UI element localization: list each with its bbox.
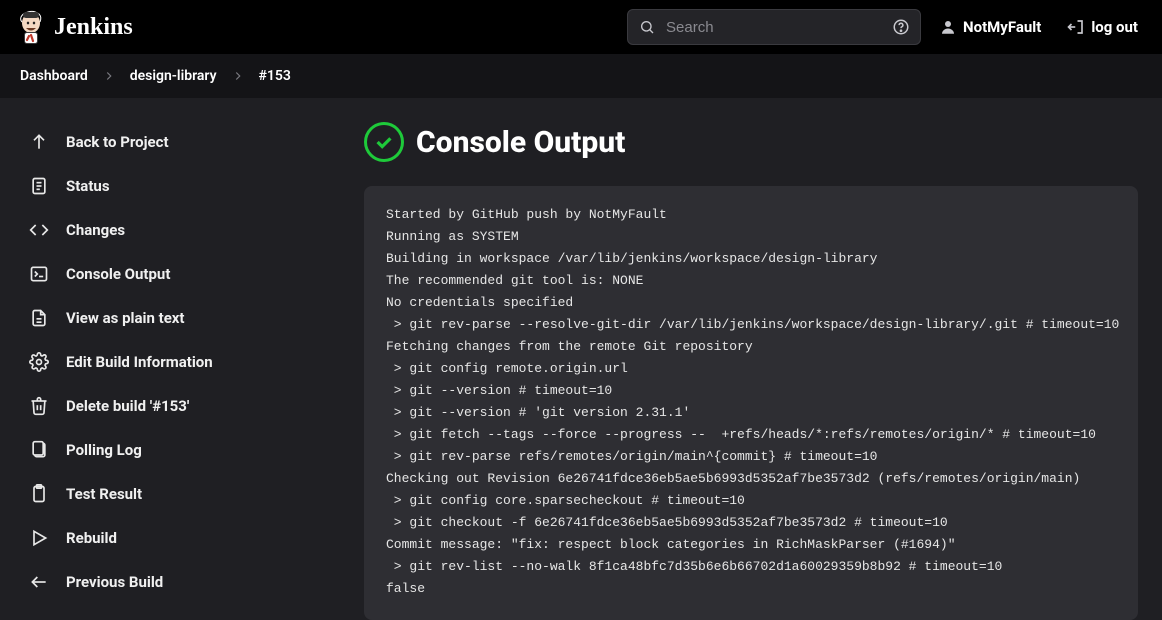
breadcrumb-dashboard[interactable]: Dashboard <box>20 68 88 84</box>
user-icon <box>939 18 957 36</box>
jenkins-logo-block[interactable]: Jenkins <box>16 8 133 46</box>
sidebar-item-changes[interactable]: Changes <box>8 208 332 252</box>
search-box[interactable] <box>627 9 921 45</box>
sidebar-item-label: Status <box>66 177 110 195</box>
sidebar-item-view-plain[interactable]: View as plain text <box>8 296 332 340</box>
app-name: Jenkins <box>54 14 133 41</box>
sidebar-item-status[interactable]: Status <box>8 164 332 208</box>
document-icon <box>28 175 50 197</box>
search-input[interactable] <box>666 19 882 36</box>
search-icon <box>638 18 656 36</box>
logout-icon <box>1067 18 1085 36</box>
sidebar-item-edit-build[interactable]: Edit Build Information <box>8 340 332 384</box>
console-output-panel[interactable]: Started by GitHub push by NotMyFault Run… <box>364 186 1138 620</box>
breadcrumb-project[interactable]: design-library <box>130 68 217 84</box>
sidebar-item-test-result[interactable]: Test Result <box>8 472 332 516</box>
help-icon[interactable] <box>892 18 910 36</box>
sidebar-item-delete-build[interactable]: Delete build '#153' <box>8 384 332 428</box>
breadcrumb-build[interactable]: #153 <box>259 68 291 84</box>
build-status-success-icon <box>364 122 404 162</box>
sidebar-item-label: Edit Build Information <box>66 353 213 371</box>
terminal-icon <box>28 263 50 285</box>
header-bar: Jenkins NotMyFault <box>0 0 1162 54</box>
sidebar-item-label: Rebuild <box>66 529 117 547</box>
arrow-up-icon <box>28 131 50 153</box>
user-menu[interactable]: NotMyFault <box>931 12 1049 42</box>
clipboard-check-icon <box>28 483 50 505</box>
sidebar-item-label: Back to Project <box>66 133 169 151</box>
trash-icon <box>28 395 50 417</box>
sidebar: Back to Project Status Changes Console O… <box>0 98 340 620</box>
page-title-row: Console Output <box>364 122 1138 162</box>
sidebar-item-back-to-project[interactable]: Back to Project <box>8 120 332 164</box>
sidebar-item-label: View as plain text <box>66 309 185 327</box>
sidebar-item-label: Polling Log <box>66 441 142 459</box>
chevron-right-icon <box>102 69 116 83</box>
logout-button[interactable]: log out <box>1059 12 1146 42</box>
play-icon <box>28 527 50 549</box>
clipboard-icon <box>28 439 50 461</box>
gear-icon <box>28 351 50 373</box>
sidebar-item-label: Test Result <box>66 485 142 503</box>
logout-label: log out <box>1091 18 1138 36</box>
sidebar-item-label: Previous Build <box>66 573 163 591</box>
user-name: NotMyFault <box>963 18 1041 36</box>
page-title: Console Output <box>416 125 625 160</box>
sidebar-item-rebuild[interactable]: Rebuild <box>8 516 332 560</box>
sidebar-item-label: Console Output <box>66 265 170 283</box>
sidebar-item-console-output[interactable]: Console Output <box>8 252 332 296</box>
arrow-left-icon <box>28 571 50 593</box>
file-text-icon <box>28 307 50 329</box>
jenkins-logo-icon <box>16 8 46 46</box>
sidebar-item-polling-log[interactable]: Polling Log <box>8 428 332 472</box>
breadcrumb: Dashboard design-library #153 <box>0 54 1162 98</box>
sidebar-item-label: Delete build '#153' <box>66 397 189 415</box>
main-content: Console Output Started by GitHub push by… <box>340 98 1162 620</box>
sidebar-item-label: Changes <box>66 221 125 239</box>
code-icon <box>28 219 50 241</box>
sidebar-item-previous-build[interactable]: Previous Build <box>8 560 332 604</box>
chevron-right-icon <box>231 69 245 83</box>
